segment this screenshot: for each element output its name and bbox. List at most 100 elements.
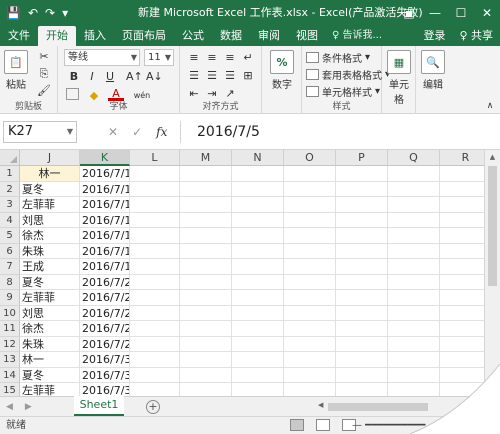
column-header-m[interactable]: M bbox=[180, 150, 232, 166]
row-header[interactable]: 11 bbox=[0, 321, 20, 337]
align-right-icon[interactable]: ☰ bbox=[222, 68, 238, 84]
merge-center-icon[interactable]: ⊞ bbox=[240, 68, 256, 84]
save-icon[interactable]: 💾 bbox=[6, 0, 21, 26]
cell-name[interactable]: 徐杰 bbox=[20, 228, 80, 244]
cell-empty[interactable] bbox=[130, 197, 180, 213]
minimize-button[interactable]: — bbox=[422, 0, 448, 26]
font-grow-icon[interactable]: A↑ bbox=[126, 69, 143, 85]
cell-empty[interactable] bbox=[336, 181, 388, 197]
cell-empty[interactable] bbox=[440, 197, 484, 213]
row-header[interactable]: 5 bbox=[0, 228, 20, 244]
row-header[interactable]: 8 bbox=[0, 274, 20, 290]
scroll-up-icon[interactable]: ▲ bbox=[485, 150, 500, 164]
cell-empty[interactable] bbox=[180, 166, 232, 182]
cell-empty[interactable] bbox=[336, 274, 388, 290]
cell-empty[interactable] bbox=[232, 290, 284, 306]
underline-button[interactable]: U bbox=[102, 69, 118, 85]
cell-empty[interactable] bbox=[180, 383, 232, 396]
cell-empty[interactable] bbox=[388, 212, 440, 228]
format-as-table-button[interactable]: 套用表格格式 ▾ bbox=[306, 67, 390, 82]
cell-empty[interactable] bbox=[388, 197, 440, 213]
undo-icon[interactable]: ↶ bbox=[28, 0, 38, 26]
sheet-tab-sheet1[interactable]: Sheet1 bbox=[74, 396, 124, 416]
cell-empty[interactable] bbox=[130, 352, 180, 368]
sign-in-link[interactable]: 登录 bbox=[416, 26, 452, 46]
cell-empty[interactable] bbox=[284, 305, 336, 321]
cells-button[interactable]: ▦ 单元格 bbox=[386, 50, 412, 106]
format-painter-icon[interactable]: 🖌 bbox=[36, 83, 52, 99]
cell-empty[interactable] bbox=[232, 336, 284, 352]
cell-empty[interactable] bbox=[180, 336, 232, 352]
align-top-icon[interactable]: ≡ bbox=[186, 50, 202, 66]
row-header[interactable]: 1 bbox=[0, 166, 20, 182]
cell-empty[interactable] bbox=[232, 166, 284, 182]
cell-empty[interactable] bbox=[336, 383, 388, 396]
cell-empty[interactable] bbox=[284, 228, 336, 244]
font-shrink-icon[interactable]: A↓ bbox=[146, 69, 163, 85]
cell-date[interactable]: 2016/7/2 bbox=[80, 274, 130, 290]
horizontal-scrollbar[interactable]: ◀ bbox=[318, 401, 492, 413]
cell-empty[interactable] bbox=[284, 321, 336, 337]
cell-empty[interactable] bbox=[388, 321, 440, 337]
cell-empty[interactable] bbox=[440, 368, 484, 383]
cell-empty[interactable] bbox=[336, 212, 388, 228]
cell-empty[interactable] bbox=[284, 336, 336, 352]
cell-empty[interactable] bbox=[232, 228, 284, 244]
cancel-icon[interactable]: ✕ bbox=[108, 125, 118, 139]
cell-empty[interactable] bbox=[388, 166, 440, 182]
cell-empty[interactable] bbox=[284, 212, 336, 228]
cell-date[interactable]: 2016/7/1 bbox=[80, 197, 130, 213]
column-header-p[interactable]: P bbox=[336, 150, 388, 166]
column-header-n[interactable]: N bbox=[232, 150, 284, 166]
align-left-icon[interactable]: ☰ bbox=[186, 68, 202, 84]
cell-empty[interactable] bbox=[130, 166, 180, 182]
cell-empty[interactable] bbox=[130, 212, 180, 228]
cell-empty[interactable] bbox=[232, 321, 284, 337]
cell-empty[interactable] bbox=[180, 274, 232, 290]
cell-empty[interactable] bbox=[284, 166, 336, 182]
cell-empty[interactable] bbox=[130, 321, 180, 337]
cell-empty[interactable] bbox=[232, 305, 284, 321]
name-box[interactable]: K27 ▼ bbox=[3, 121, 77, 143]
row-header[interactable]: 12 bbox=[0, 336, 20, 352]
select-all-button[interactable] bbox=[0, 150, 20, 166]
cell-empty[interactable] bbox=[232, 383, 284, 396]
normal-view-icon[interactable] bbox=[290, 419, 304, 431]
cell-date[interactable]: 2016/7/3 bbox=[80, 383, 130, 396]
cell-date[interactable]: 2016/7/1 bbox=[80, 228, 130, 244]
collapse-ribbon-icon[interactable]: ∧ bbox=[482, 98, 498, 114]
cell-empty[interactable] bbox=[284, 367, 336, 383]
cell-empty[interactable] bbox=[284, 243, 336, 259]
row-header[interactable]: 10 bbox=[0, 305, 20, 321]
cell-empty[interactable] bbox=[440, 228, 484, 244]
cell-name[interactable]: 左菲菲 bbox=[20, 290, 80, 306]
page-layout-view-icon[interactable] bbox=[316, 419, 330, 431]
cell-empty[interactable] bbox=[388, 243, 440, 259]
scroll-left-icon[interactable]: ◀ bbox=[318, 401, 323, 409]
cell-empty[interactable] bbox=[440, 383, 484, 396]
cell-empty[interactable] bbox=[440, 275, 484, 290]
row-header[interactable]: 6 bbox=[0, 243, 20, 259]
cell-name[interactable]: 刘思 bbox=[20, 212, 80, 228]
cell-empty[interactable] bbox=[440, 321, 484, 337]
row-header[interactable]: 3 bbox=[0, 197, 20, 213]
column-header-q[interactable]: Q bbox=[388, 150, 440, 166]
cell-empty[interactable] bbox=[130, 383, 180, 396]
row-header[interactable]: 14 bbox=[0, 367, 20, 383]
cell-empty[interactable] bbox=[388, 274, 440, 290]
cell-empty[interactable] bbox=[130, 243, 180, 259]
cell-empty[interactable] bbox=[284, 352, 336, 368]
add-sheet-button[interactable]: + bbox=[146, 400, 160, 414]
align-bottom-icon[interactable]: ≡ bbox=[222, 50, 238, 66]
cell-empty[interactable] bbox=[232, 212, 284, 228]
cell-empty[interactable] bbox=[130, 181, 180, 197]
tab-review[interactable]: 审阅 bbox=[250, 26, 288, 46]
cell-empty[interactable] bbox=[336, 259, 388, 275]
scroll-down-icon[interactable]: ▼ bbox=[485, 382, 500, 396]
cell-empty[interactable] bbox=[180, 243, 232, 259]
cell-empty[interactable] bbox=[180, 367, 232, 383]
tell-me-search[interactable]: ♀ 告诉我... bbox=[326, 26, 382, 46]
cell-name[interactable]: 刘思 bbox=[20, 305, 80, 321]
cell-empty[interactable] bbox=[336, 336, 388, 352]
cell-name[interactable]: 徐杰 bbox=[20, 321, 80, 337]
